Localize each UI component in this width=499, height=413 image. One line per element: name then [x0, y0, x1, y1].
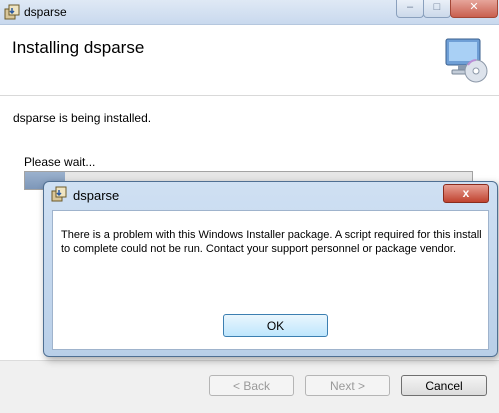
- window-title: dsparse: [24, 5, 67, 19]
- cancel-button[interactable]: Cancel: [401, 375, 487, 396]
- page-title: Installing dsparse: [12, 38, 145, 57]
- installer-package-icon: [4, 4, 20, 20]
- dialog-close-button[interactable]: x: [443, 184, 489, 203]
- next-button[interactable]: Next >: [305, 375, 390, 396]
- dialog-body: There is a problem with this Windows Ins…: [52, 210, 489, 350]
- status-text: dsparse is being installed.: [13, 111, 152, 125]
- wait-text: Please wait...: [24, 155, 96, 169]
- button-bar: < Back Next > Cancel: [0, 360, 499, 413]
- close-button[interactable]: ✕: [450, 0, 498, 18]
- error-dialog: dsparse x There is a problem with this W…: [43, 181, 498, 357]
- installer-header: Installing dsparse: [0, 25, 499, 96]
- ok-button[interactable]: OK: [223, 314, 328, 337]
- computer-cd-icon: [445, 38, 488, 83]
- back-button[interactable]: < Back: [209, 375, 294, 396]
- minimize-button[interactable]: –: [396, 0, 424, 18]
- dialog-title: dsparse: [73, 188, 120, 203]
- title-bar[interactable]: dsparse – □ ✕: [0, 0, 499, 25]
- error-message: There is a problem with this Windows Ins…: [61, 229, 482, 255]
- installer-package-icon: [51, 186, 67, 202]
- maximize-button[interactable]: □: [423, 0, 451, 18]
